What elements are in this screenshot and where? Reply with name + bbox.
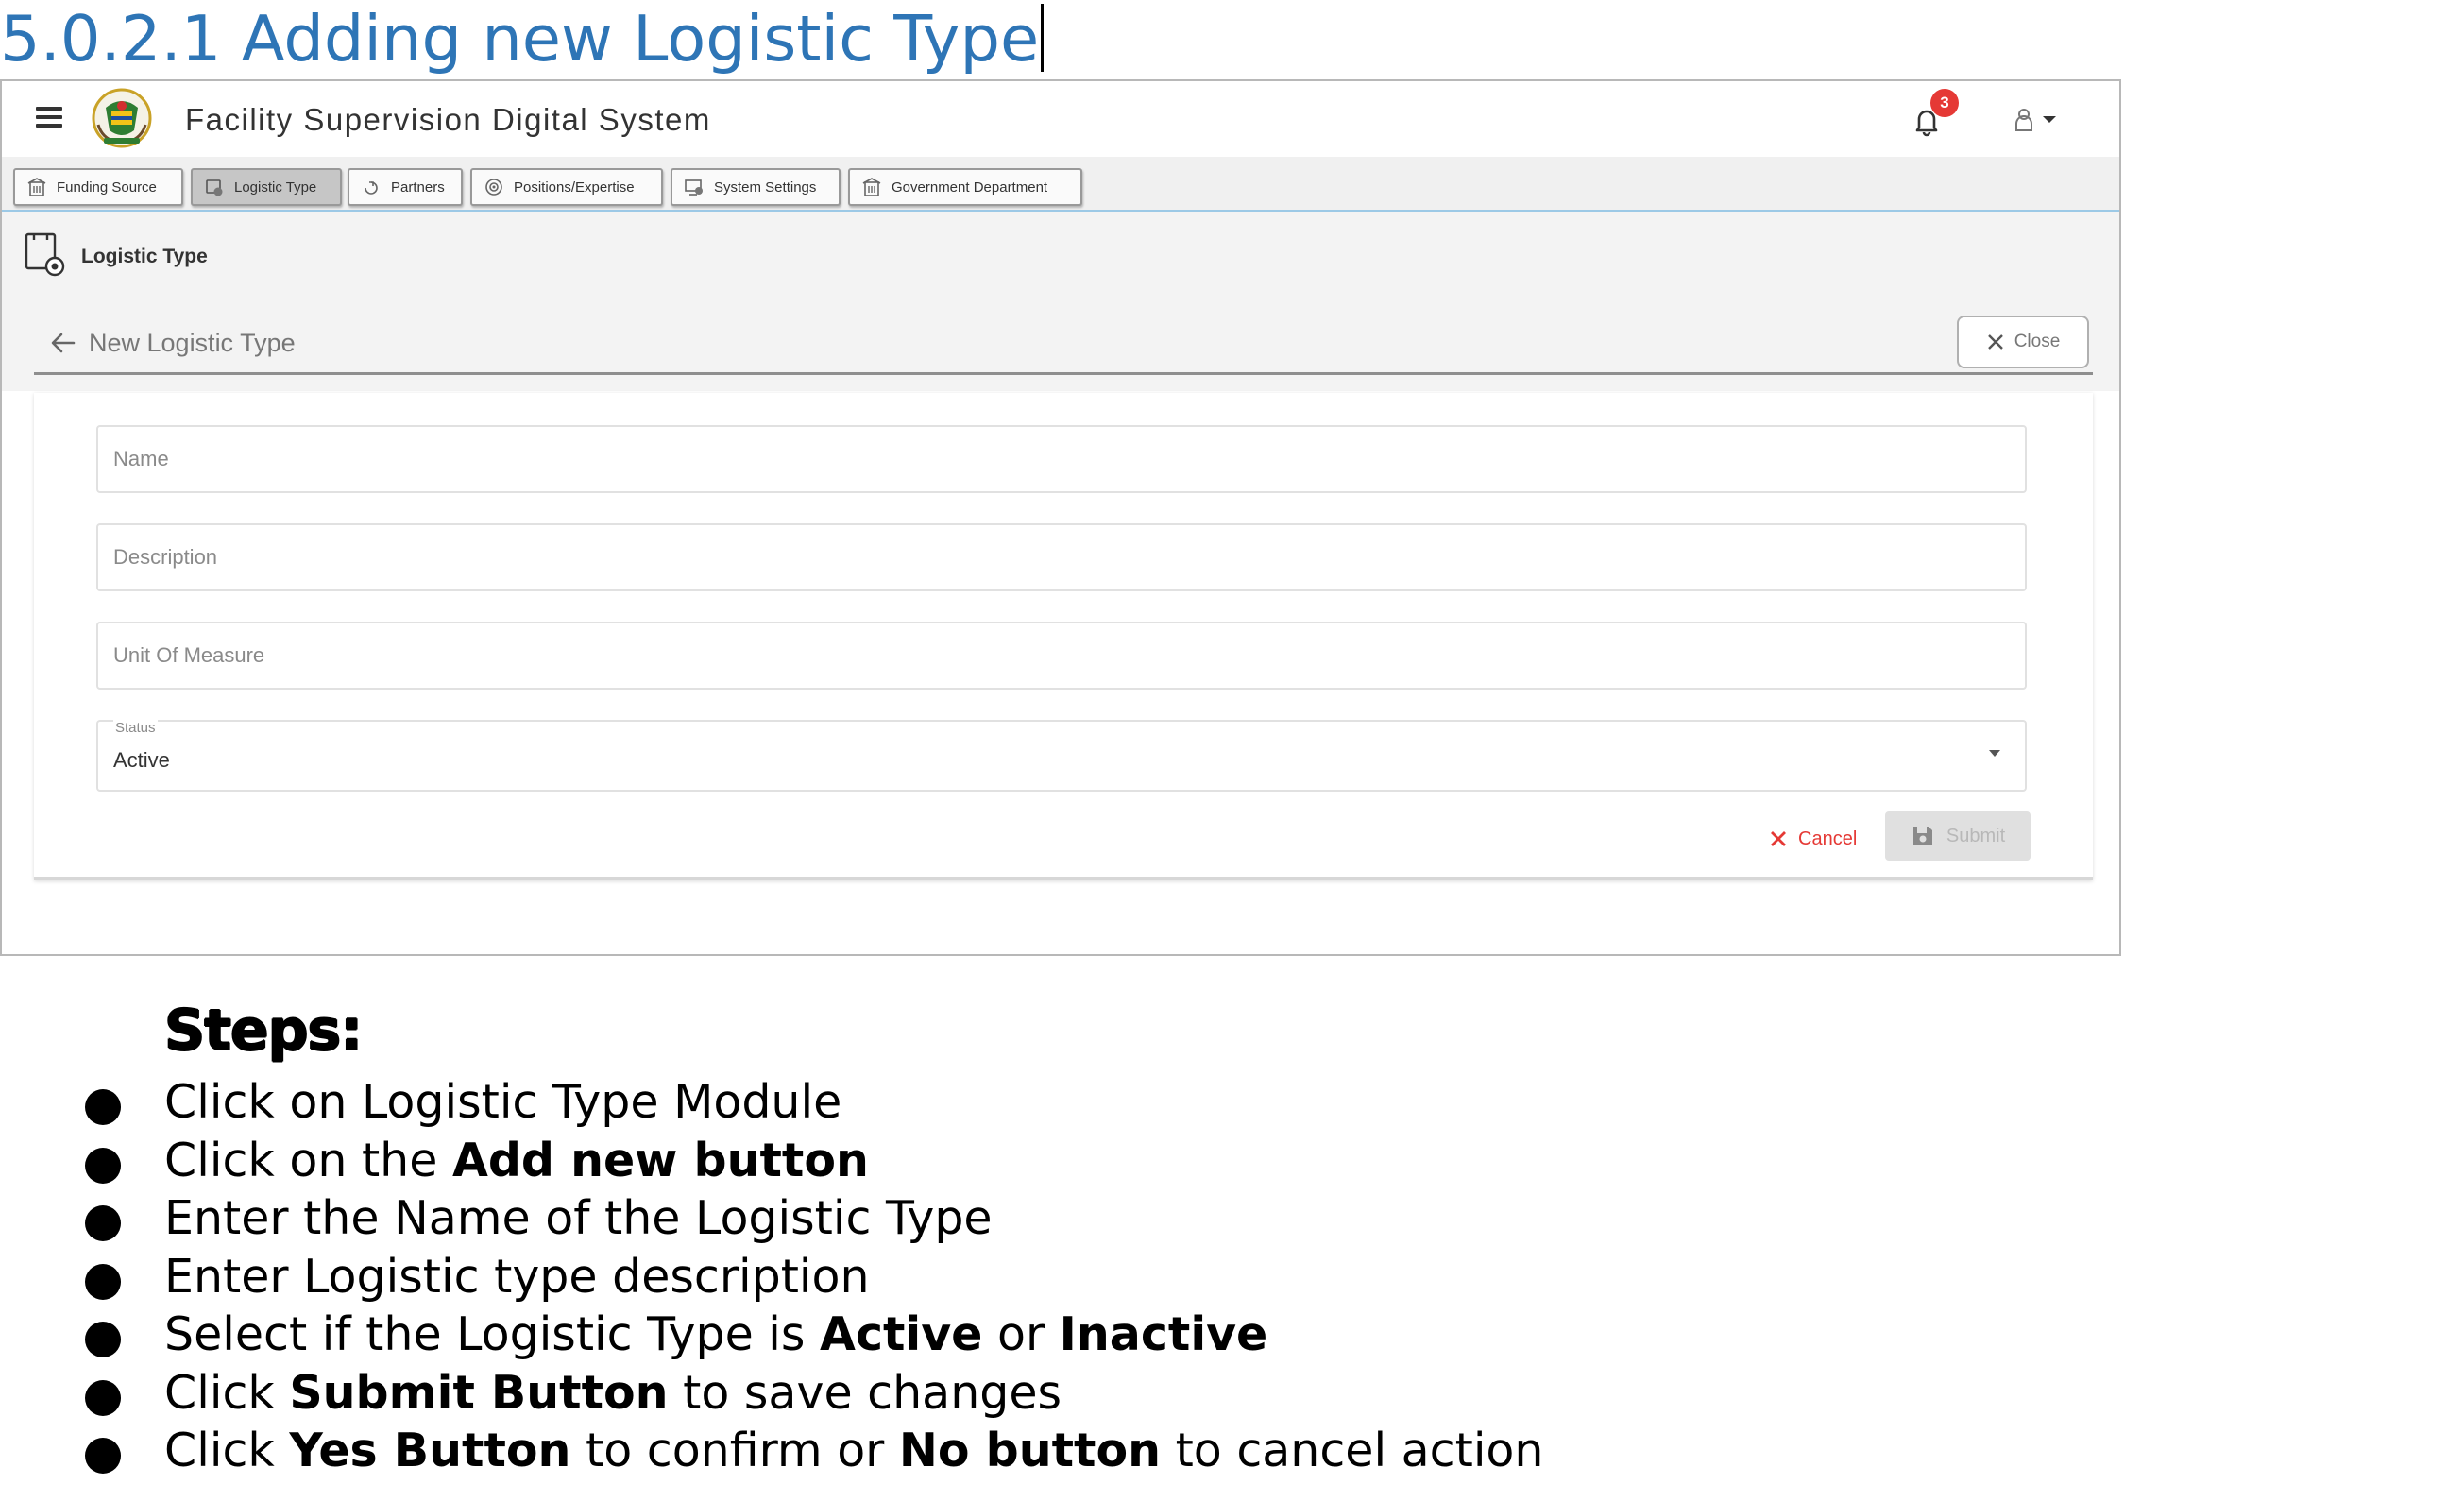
tab-funding-source[interactable]: Funding Source: [13, 168, 183, 206]
save-icon: [1912, 827, 1932, 845]
app-screenshot: Facility Supervision Digital System 3 Fu…: [0, 79, 2121, 956]
caret-down-icon: [2043, 116, 2056, 123]
step-text: Enter Logistic type description: [164, 1249, 870, 1304]
cancel-label: Cancel: [1798, 828, 1858, 849]
step-text: Click on the: [164, 1133, 452, 1187]
user-icon: [2015, 109, 2032, 131]
steps-title: Steps:: [164, 998, 363, 1064]
step-emphasis: Inactive: [1059, 1307, 1268, 1361]
menu-icon[interactable]: [36, 107, 62, 129]
step-text: Click on Logistic Type Module: [164, 1075, 842, 1129]
status-label: Status: [113, 720, 158, 736]
notification-badge: 3: [1930, 89, 1959, 117]
step-text: Click: [164, 1365, 290, 1420]
building-icon: [862, 178, 881, 196]
close-icon: [1771, 831, 1786, 846]
user-menu[interactable]: [2014, 106, 2057, 134]
tab-logistic-type[interactable]: Logistic Type: [191, 168, 342, 206]
tab-system-settings[interactable]: System Settings: [671, 168, 841, 206]
description-field[interactable]: [96, 523, 2027, 591]
step-item: Select if the Logistic Type is Active or…: [0, 1306, 1543, 1364]
step-text: to save changes: [668, 1365, 1062, 1420]
step-item: Enter Logistic type description: [0, 1248, 1543, 1306]
logistic-type-form: Status Active Cancel Submit: [34, 393, 2093, 880]
target-icon: [485, 179, 502, 196]
logistic-icon: [25, 232, 65, 277]
step-text: to confirm or: [570, 1424, 899, 1477]
step-text: or: [982, 1307, 1060, 1361]
tab-partners[interactable]: Partners: [348, 168, 463, 206]
name-field[interactable]: [96, 425, 2027, 493]
step-emphasis: Yes Button: [289, 1424, 571, 1477]
step-item: Enter the Name of the Logistic Type: [0, 1189, 1543, 1248]
tab-positions-expertise[interactable]: Positions/Expertise: [470, 168, 663, 206]
tab-label: System Settings: [714, 179, 817, 196]
step-emphasis: Add new button: [451, 1133, 869, 1187]
app-title: Facility Supervision Digital System: [185, 102, 711, 137]
tab-label: Government Department: [892, 179, 1048, 196]
step-emphasis: Active: [820, 1307, 983, 1361]
step-item: Click Yes Button to confirm or No button…: [0, 1422, 1543, 1480]
form-title: New Logistic Type: [89, 329, 296, 357]
dropdown-caret-icon: [1989, 750, 2000, 757]
step-item: Click on the Add new button: [0, 1132, 1543, 1190]
status-value: Active: [113, 748, 170, 772]
text-cursor: [1041, 4, 1045, 72]
partners-icon: [365, 181, 378, 195]
step-emphasis: No button: [898, 1424, 1161, 1477]
submit-label: Submit: [1946, 825, 2006, 846]
step-text: Click: [164, 1424, 290, 1477]
step-text: to cancel action: [1161, 1424, 1544, 1477]
tab-government-department[interactable]: Government Department: [848, 168, 1082, 206]
unit-of-measure-field[interactable]: [96, 622, 2027, 690]
tab-label: Logistic Type: [234, 179, 317, 196]
steps-list: Click on Logistic Type Module Click on th…: [0, 1073, 1543, 1480]
step-text: Enter the Name of the Logistic Type: [164, 1191, 993, 1245]
close-label: Close: [2014, 332, 2061, 351]
submit-button[interactable]: Submit: [1885, 811, 2031, 861]
building-icon: [27, 178, 46, 196]
tab-label: Funding Source: [57, 179, 157, 196]
description-input[interactable]: [98, 525, 2025, 589]
form-header: New Logistic Type Close: [34, 297, 2093, 375]
cancel-button[interactable]: Cancel: [1768, 816, 1857, 862]
settings-monitor-icon: [685, 179, 703, 196]
close-icon: [1987, 334, 2003, 350]
tab-label: Partners: [391, 179, 445, 196]
tab-label: Positions/Expertise: [514, 179, 635, 196]
step-item: Click on Logistic Type Module: [0, 1073, 1543, 1132]
back-arrow-icon[interactable]: [49, 331, 77, 355]
logistic-icon: [206, 179, 223, 196]
document-heading: 5.0.2.1 Adding new Logistic Type: [0, 0, 1045, 77]
module-title: Logistic Type: [81, 246, 208, 267]
step-text: Select if the Logistic Type is: [164, 1307, 821, 1361]
top-navbar: Facility Supervision Digital System 3: [2, 81, 2119, 157]
close-button[interactable]: Close: [1957, 316, 2089, 368]
name-input[interactable]: [98, 427, 2025, 491]
coat-of-arms-logo: [92, 88, 152, 148]
unit-of-measure-input[interactable]: [98, 623, 2025, 688]
step-item: Click Submit Button to save changes: [0, 1364, 1543, 1423]
step-emphasis: Submit Button: [289, 1365, 669, 1420]
module-tabs: Funding Source Logistic Type Partners Po…: [2, 157, 2119, 212]
status-select[interactable]: Status Active: [96, 720, 2027, 792]
